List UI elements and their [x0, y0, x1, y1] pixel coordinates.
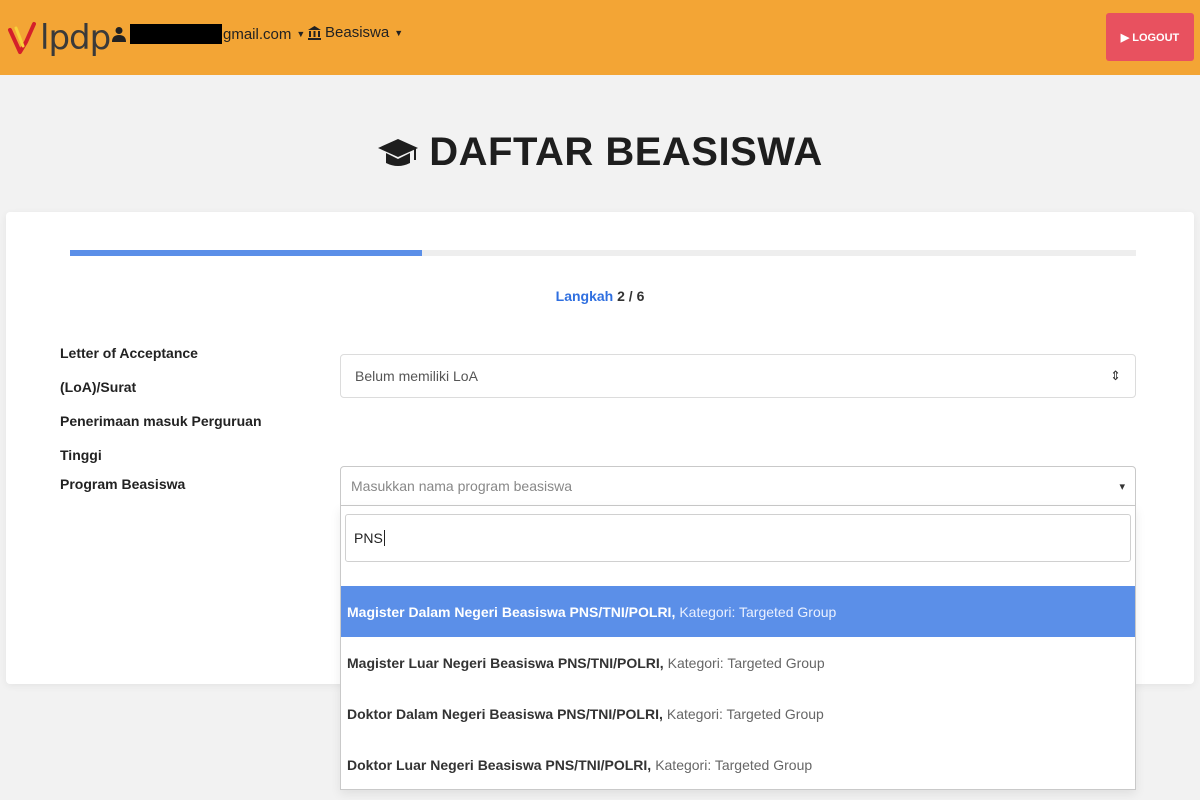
- chevron-down-icon: ▼: [296, 29, 306, 39]
- chevron-down-icon: ▾: [1119, 480, 1125, 493]
- dropdown-search-input[interactable]: PNS: [345, 514, 1131, 562]
- program-label: Program Beasiswa: [60, 476, 186, 492]
- dropdown-option[interactable]: Doktor Dalam Negeri Beasiswa PNS/TNI/POL…: [341, 688, 1135, 739]
- logout-button[interactable]: ▶ LOGOUT: [1106, 13, 1194, 61]
- loa-label-line2: Penerimaan masuk Perguruan: [60, 413, 262, 429]
- dropdown-option[interactable]: Magister Luar Negeri Beasiswa PNS/TNI/PO…: [341, 637, 1135, 688]
- program-select-placeholder: Masukkan nama program beasiswa: [351, 478, 572, 494]
- option-category: Kategori: Targeted Group: [666, 705, 824, 722]
- chevron-down-icon: ▼: [394, 27, 404, 38]
- loa-select-value: Belum memiliki LoA: [355, 368, 478, 384]
- option-name: Magister Dalam Negeri Beasiswa PNS/TNI/P…: [347, 603, 676, 620]
- option-category: Kategori: Targeted Group: [667, 654, 825, 671]
- redacted-email: [130, 24, 222, 44]
- beasiswa-label: Beasiswa: [325, 24, 390, 41]
- step-word: Langkah: [555, 288, 614, 304]
- option-category: Kategori: Targeted Group: [655, 756, 813, 773]
- text-cursor: [383, 530, 385, 546]
- page-title-text: DAFTAR BEASISWA: [429, 130, 823, 174]
- select-arrows-icon: ⇕: [1110, 368, 1121, 383]
- dropdown-options: Magister Dalam Negeri Beasiswa PNS/TNI/P…: [341, 586, 1135, 790]
- user-menu[interactable]: gmail.com ▼: [112, 24, 305, 44]
- dropdown-option[interactable]: Magister Dalam Negeri Beasiswa PNS/TNI/P…: [341, 586, 1135, 637]
- step-value: 2 / 6: [617, 288, 645, 304]
- option-name: Doktor Luar Negeri Beasiswa PNS/TNI/POLR…: [347, 756, 652, 773]
- loa-select[interactable]: Belum memiliki LoA ⇕: [340, 354, 1136, 398]
- logo-text: lpdp: [40, 18, 111, 58]
- progress-fill: [70, 250, 422, 256]
- option-category: Kategori: Targeted Group: [679, 603, 837, 620]
- program-select[interactable]: Masukkan nama program beasiswa ▾: [340, 466, 1136, 506]
- lpdp-logo[interactable]: lpdp: [6, 16, 111, 60]
- beasiswa-menu[interactable]: Beasiswa ▼: [308, 24, 403, 41]
- page-title: DAFTAR BEASISWA: [0, 130, 1200, 175]
- user-email: gmail.com: [223, 25, 292, 43]
- loa-label: Letter of Acceptance (LoA)/Surat Penerim…: [60, 336, 270, 472]
- graduation-cap-icon: [378, 138, 419, 166]
- bank-icon: [308, 25, 321, 40]
- step-indicator: Langkah 2 / 6: [6, 288, 1194, 304]
- top-navbar: lpdp gmail.com ▼ Beasiswa ▼ ▶ LOGOUT: [0, 0, 1200, 75]
- option-name: Doktor Dalam Negeri Beasiswa PNS/TNI/POL…: [347, 705, 663, 722]
- progress-bar: [70, 250, 1136, 256]
- user-icon: [112, 27, 126, 42]
- program-dropdown: PNS Magister Dalam Negeri Beasiswa PNS/T…: [340, 506, 1136, 790]
- dropdown-option[interactable]: Doktor Luar Negeri Beasiswa PNS/TNI/POLR…: [341, 739, 1135, 790]
- search-value: PNS: [354, 530, 383, 546]
- option-name: Magister Luar Negeri Beasiswa PNS/TNI/PO…: [347, 654, 664, 671]
- loa-label-line3: Tinggi: [60, 447, 102, 463]
- loa-label-line1: Letter of Acceptance (LoA)/Surat: [60, 345, 198, 395]
